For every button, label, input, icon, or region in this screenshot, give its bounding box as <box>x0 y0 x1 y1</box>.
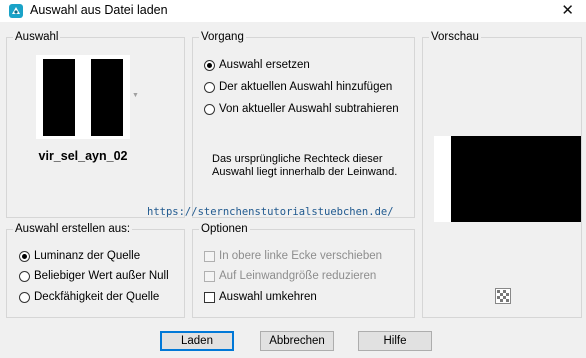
checkbox[interactable] <box>204 250 215 262</box>
navigation-icon[interactable] <box>495 288 511 304</box>
check-auswahl-umkehren[interactable]: Auswahl umkehren <box>204 291 317 303</box>
load-button[interactable]: Laden <box>160 331 234 351</box>
radio-button[interactable] <box>204 81 215 93</box>
radio-auswahl-hinzufuegen[interactable]: Der aktuellen Auswahl hinzufügen <box>204 81 392 93</box>
help-button[interactable]: Hilfe <box>358 331 432 351</box>
preview-selection <box>451 136 581 222</box>
radio-deckfaehigkeit[interactable]: Deckfähigkeit der Quelle <box>19 291 159 303</box>
check-leinwandgroesse[interactable]: Auf Leinwandgröße reduzieren <box>204 270 376 282</box>
radio-auswahl-subtrahieren[interactable]: Von aktueller Auswahl subtrahieren <box>204 103 399 115</box>
radio-label: Auswahl ersetzen <box>219 59 310 71</box>
radio-button[interactable] <box>19 270 30 282</box>
radio-button[interactable] <box>204 59 215 71</box>
auswahl-group: Auswahl ▼ vir_sel_ayn_02 <box>6 30 185 218</box>
vorschau-group: Vorschau <box>422 30 582 318</box>
check-obere-linke-ecke[interactable]: In obere linke Ecke verschieben <box>204 250 382 262</box>
radio-auswahl-ersetzen[interactable]: Auswahl ersetzen <box>204 59 310 71</box>
thumbnail-bar-left <box>43 59 75 136</box>
watermark-text: https://sternchenstutorialstuebchen.de/ <box>147 206 394 218</box>
auswahl-group-label: Auswahl <box>13 30 61 44</box>
cancel-button[interactable]: Abbrechen <box>260 331 334 351</box>
checkbox-label: In obere linke Ecke verschieben <box>219 250 383 262</box>
optionen-group-label: Optionen <box>199 222 250 236</box>
selection-thumbnail[interactable] <box>36 55 130 139</box>
radio-button[interactable] <box>19 291 30 303</box>
radio-button[interactable] <box>19 250 30 262</box>
radio-button[interactable] <box>204 103 215 115</box>
thumbnail-dropdown-icon[interactable]: ▼ <box>132 92 139 99</box>
checkbox[interactable] <box>204 291 215 303</box>
vorschau-group-label: Vorschau <box>429 30 481 44</box>
radio-label: Von aktueller Auswahl subtrahieren <box>219 103 399 115</box>
thumbnail-bar-right <box>91 59 123 136</box>
paintshop-icon <box>9 4 23 18</box>
title-bar: Auswahl aus Datei laden ✕ <box>0 0 586 22</box>
erstellen-group-label: Auswahl erstellen aus: <box>13 222 133 236</box>
radio-label: Der aktuellen Auswahl hinzufügen <box>219 81 393 93</box>
checkbox-label: Auf Leinwandgröße reduzieren <box>219 270 377 282</box>
info-text: Das ursprüngliche Rechteck dieser Auswah… <box>212 153 398 178</box>
selection-name: vir_sel_ayn_02 <box>38 149 128 163</box>
window-title: Auswahl aus Datei laden <box>30 3 168 17</box>
vorgang-group-label: Vorgang <box>199 30 246 44</box>
checkbox[interactable] <box>204 270 215 282</box>
checkbox-label: Auswahl umkehren <box>219 291 317 303</box>
radio-beliebiger-wert[interactable]: Beliebiger Wert außer Null <box>19 270 169 282</box>
radio-label: Deckfähigkeit der Quelle <box>34 291 160 303</box>
radio-luminanz[interactable]: Luminanz der Quelle <box>19 250 140 262</box>
preview-canvas <box>434 136 581 222</box>
radio-label: Beliebiger Wert außer Null <box>34 270 169 282</box>
radio-label: Luminanz der Quelle <box>34 250 141 262</box>
close-icon[interactable]: ✕ <box>561 1 574 19</box>
